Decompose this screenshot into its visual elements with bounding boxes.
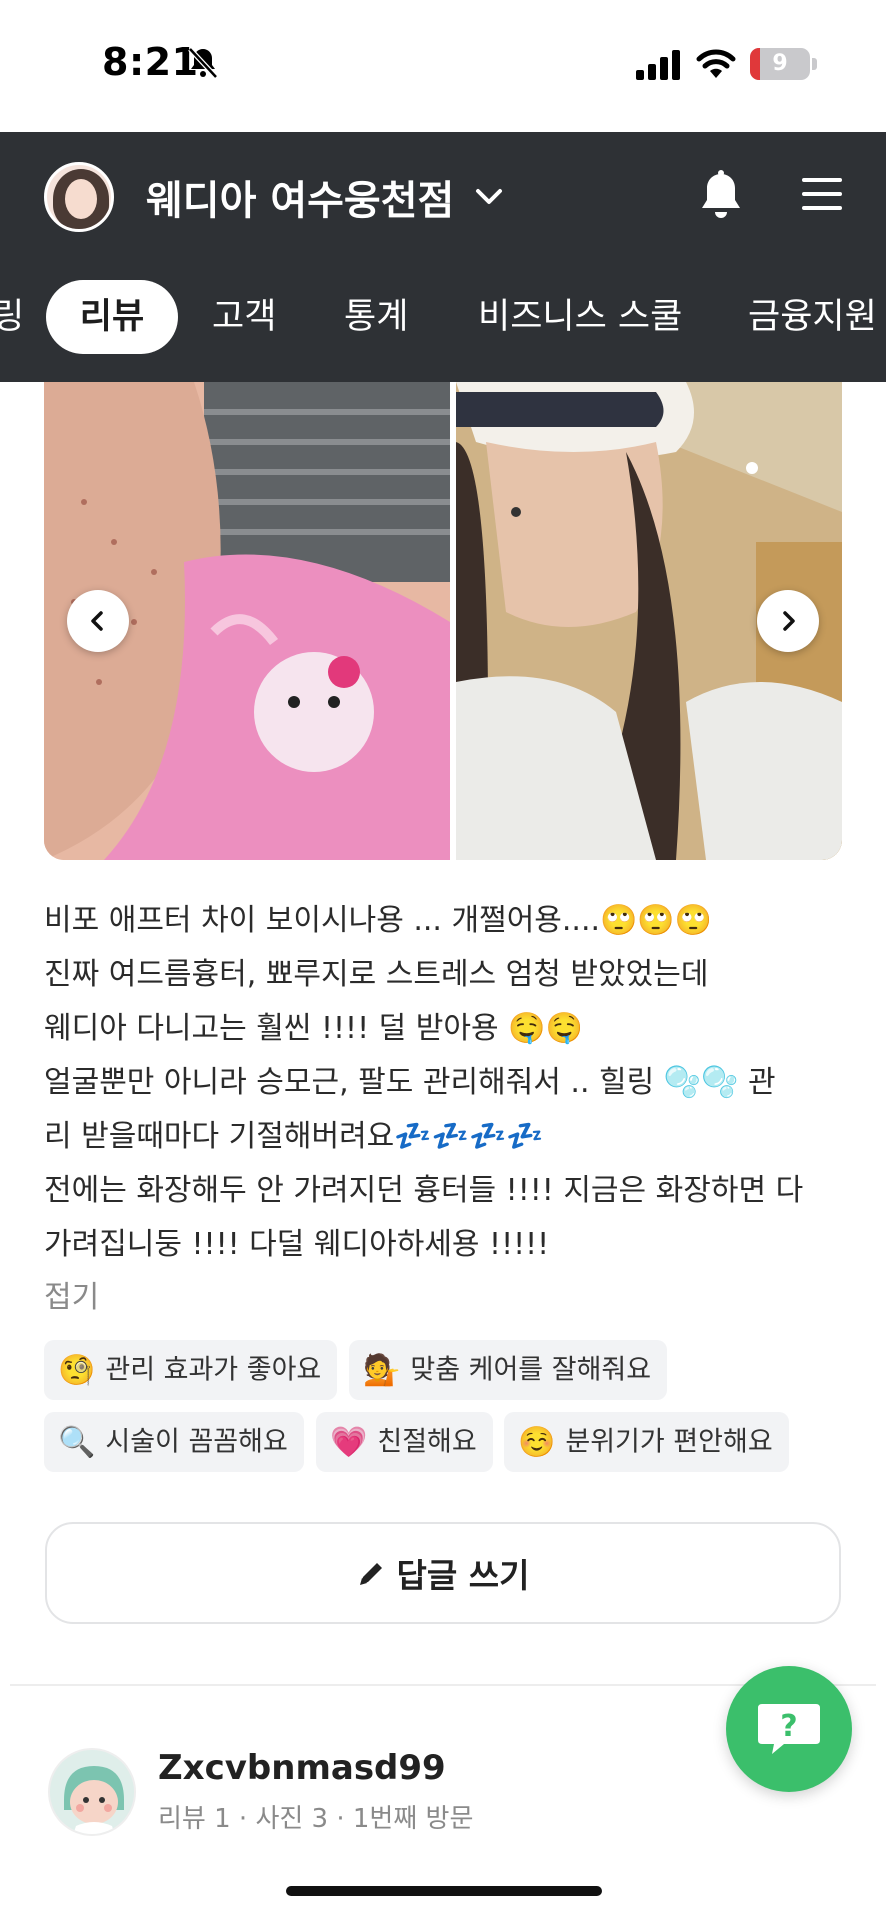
review-line: 가려집니둥 !!!! 다덜 웨디아하세용 !!!!!	[44, 1227, 550, 1262]
pencil-icon	[359, 1563, 382, 1585]
status-time: 8:21	[102, 40, 199, 84]
reviewer-username[interactable]: Zxcvbnmasd99	[158, 1748, 446, 1788]
magnifier-icon: 🔍	[58, 1424, 96, 1460]
tab-bar: 링 리뷰 고객 통계 비즈니스 스쿨 금융지원	[0, 280, 886, 360]
wifi-icon	[696, 49, 736, 78]
tab-business-school[interactable]: 비즈니스 스쿨	[478, 280, 682, 354]
review-line: 얼굴뿐만 아니라 승모근, 팔도 관리해줘서 .. 힐링 🫧🫧 관	[44, 1065, 776, 1100]
home-indicator	[286, 1886, 602, 1896]
tab-statistics[interactable]: 통계	[344, 280, 408, 354]
chevron-left-icon	[91, 611, 103, 631]
battery-tip	[812, 58, 817, 70]
keyword-chip: 🧐 관리 효과가 좋아요	[44, 1340, 338, 1400]
store-name[interactable]: 웨디아 여수웅천점	[146, 168, 454, 226]
keyword-chip: ☺️ 분위기가 편안해요	[504, 1412, 789, 1472]
keyword-label: 친절해요	[377, 1426, 477, 1458]
status-bar: 8:21 9	[0, 0, 886, 132]
store-avatar[interactable]	[44, 162, 114, 232]
reply-button-label: 답글 쓰기	[396, 1556, 530, 1595]
tab-customers[interactable]: 고객	[212, 280, 276, 354]
help-chat-button[interactable]: ?	[726, 1666, 852, 1792]
review-line: 전에는 화장해두 안 가려지던 흉터들 !!!! 지금은 화장하면 다	[44, 1173, 804, 1208]
keyword-chip: 💗 친절해요	[316, 1412, 493, 1472]
heart-icon: 💗	[330, 1424, 368, 1460]
chevron-down-icon[interactable]	[472, 182, 506, 210]
notification-bell-icon[interactable]	[696, 168, 746, 224]
keyword-label: 시술이 꼼꼼해요	[105, 1426, 288, 1458]
silent-bell-icon	[188, 47, 218, 79]
svg-text:?: ?	[780, 1709, 797, 1744]
review-line: 비포 애프터 차이 보이시나용 ... 개쩔어용....🙄🙄🙄	[44, 903, 713, 938]
app-header: 웨디아 여수웅천점 링 리뷰 고객 통계 비즈니스 스쿨 금융지원	[0, 132, 886, 382]
question-chat-icon: ?	[758, 1704, 820, 1754]
keyword-label: 분위기가 편안해요	[565, 1426, 773, 1458]
keyword-label: 맞춤 케어를 잘해줘요	[410, 1354, 652, 1386]
tab-reviews[interactable]: 리뷰	[46, 280, 178, 354]
monocle-face-icon: 🧐	[58, 1352, 96, 1388]
review-line: 리 받을때마다 기절해버려요💤💤💤💤	[44, 1119, 544, 1154]
review-line: 진짜 여드름흉터, 뾰루지로 스트레스 엄청 받았었는데	[44, 957, 709, 992]
tab-financial-support[interactable]: 금융지원	[748, 280, 877, 354]
keyword-label: 관리 효과가 좋아요	[105, 1354, 322, 1386]
chevron-right-icon	[783, 611, 795, 631]
battery-level: 9	[772, 51, 788, 76]
reviewer-meta: 리뷰 1 · 사진 3 · 1번째 방문	[158, 1804, 474, 1834]
cellular-signal-icon	[636, 50, 680, 80]
smiling-face-icon: ☺️	[518, 1424, 556, 1460]
keyword-chip: 💁 맞춤 케어를 잘해줘요	[349, 1340, 668, 1400]
keyword-chip: 🔍 시술이 꼼꼼해요	[44, 1412, 304, 1472]
carousel-prev-button[interactable]	[67, 590, 129, 652]
tab-partial[interactable]: 링	[0, 280, 24, 354]
write-reply-button[interactable]: 답글 쓰기	[45, 1522, 841, 1624]
fold-link[interactable]: 접기	[44, 1272, 99, 1316]
review-body: 비포 애프터 차이 보이시나용 ... 개쩔어용....🙄🙄🙄 진짜 여드름흉터…	[44, 894, 844, 1272]
review-line: 웨디아 다니고는 훨씬 !!!! 덜 받아용 🤤🤤	[44, 1011, 583, 1046]
battery-indicator: 9	[750, 48, 810, 80]
reviewer-avatar[interactable]	[48, 1748, 136, 1836]
hamburger-menu-icon[interactable]	[800, 174, 844, 214]
review-photo-carousel[interactable]	[44, 382, 842, 860]
person-tipping-hand-icon: 💁	[363, 1352, 401, 1388]
carousel-next-button[interactable]	[757, 590, 819, 652]
